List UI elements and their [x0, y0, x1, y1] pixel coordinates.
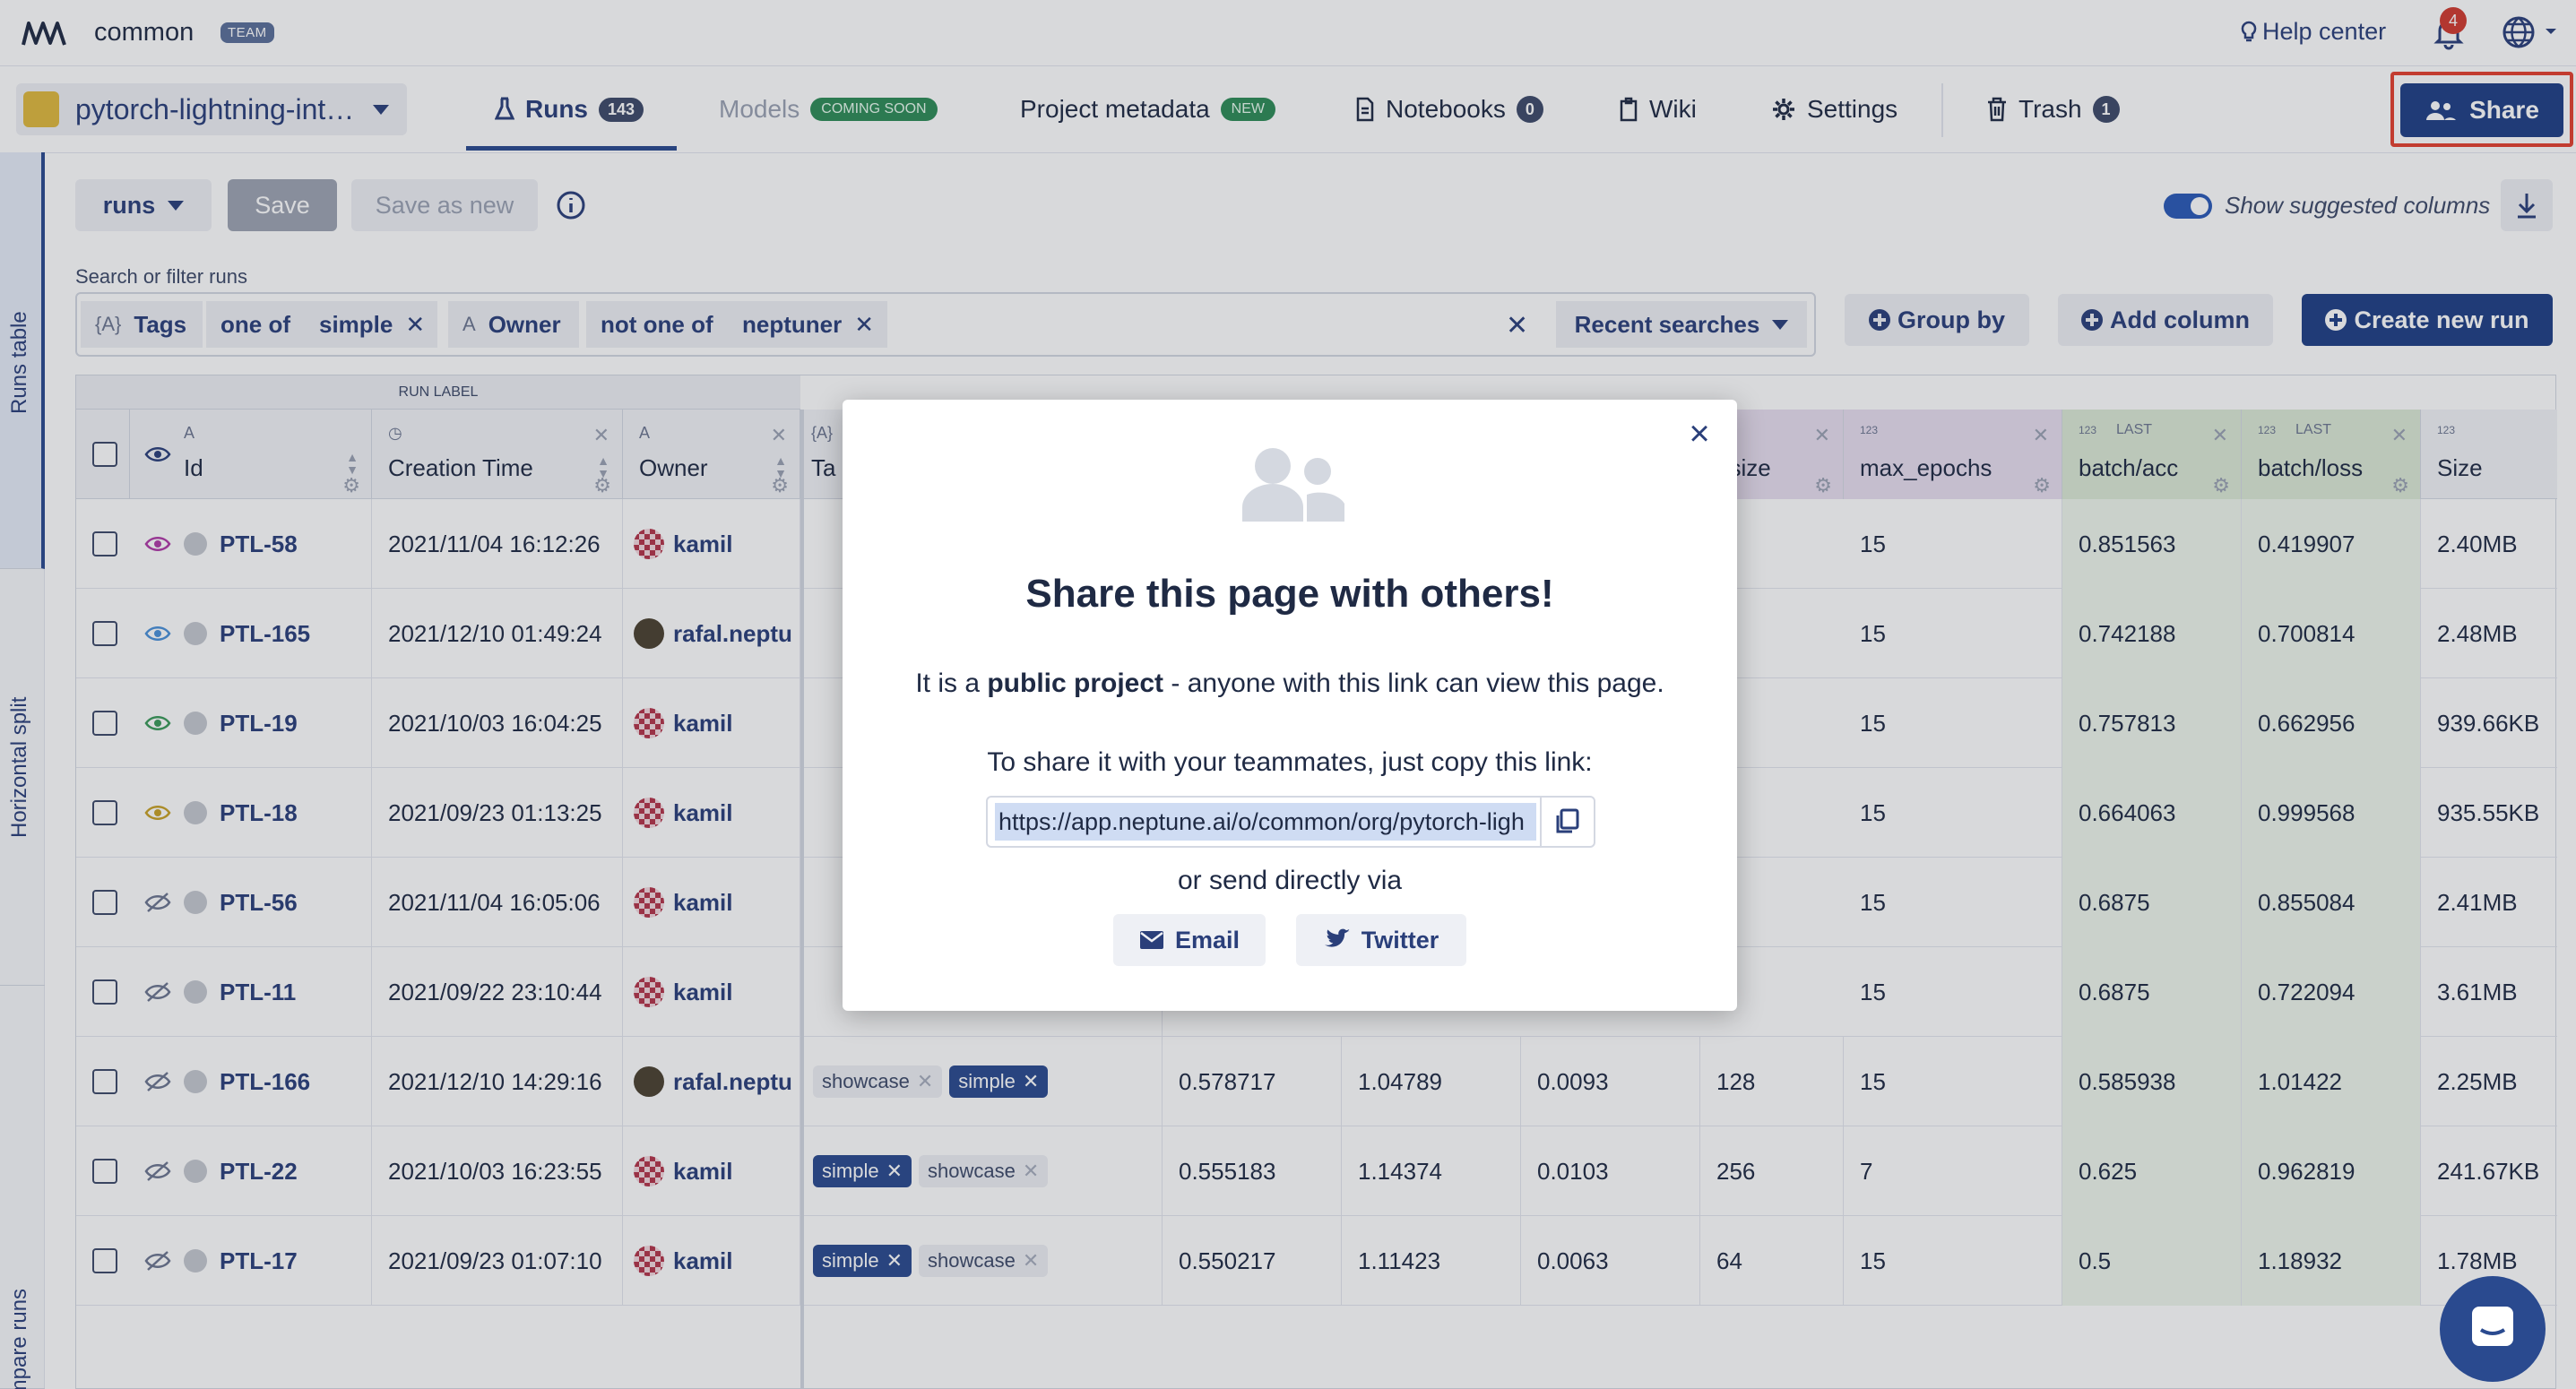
modal-public-text: It is a public project - anyone with thi…	[843, 669, 1737, 699]
twitter-share-button[interactable]: Twitter	[1296, 914, 1466, 966]
modal-title: Share this page with others!	[1025, 572, 1554, 616]
modal-send-via-text: or send directly via	[1177, 866, 1403, 895]
share-dialog: × Share this page with others! It is a p…	[843, 400, 1737, 1011]
email-share-button[interactable]: Email	[1113, 914, 1266, 966]
share-link-field[interactable]: https://app.neptune.ai/o/common/org/pyto…	[986, 796, 1595, 848]
modal-public-pre: It is a	[915, 669, 988, 698]
twitter-icon	[1324, 928, 1350, 947]
twitter-label: Twitter	[1361, 926, 1439, 953]
modal-public-bold: public project	[987, 669, 1164, 698]
users-icon	[1242, 448, 1344, 522]
close-icon[interactable]: ×	[1681, 416, 1717, 452]
modal-copy-instruction: To share it with your teammates, just co…	[987, 747, 1593, 777]
chat-launcher-button[interactable]	[2440, 1276, 2546, 1382]
envelope-icon	[1139, 931, 1163, 949]
modal-public-post: - anyone with this link can view this pa…	[1163, 669, 1664, 698]
copy-icon	[1556, 808, 1579, 833]
email-label: Email	[1174, 926, 1240, 953]
copy-link-button[interactable]	[1540, 798, 1594, 846]
chat-icon	[2472, 1307, 2513, 1346]
share-link-text[interactable]: https://app.neptune.ai/o/common/org/pyto…	[995, 803, 1536, 841]
